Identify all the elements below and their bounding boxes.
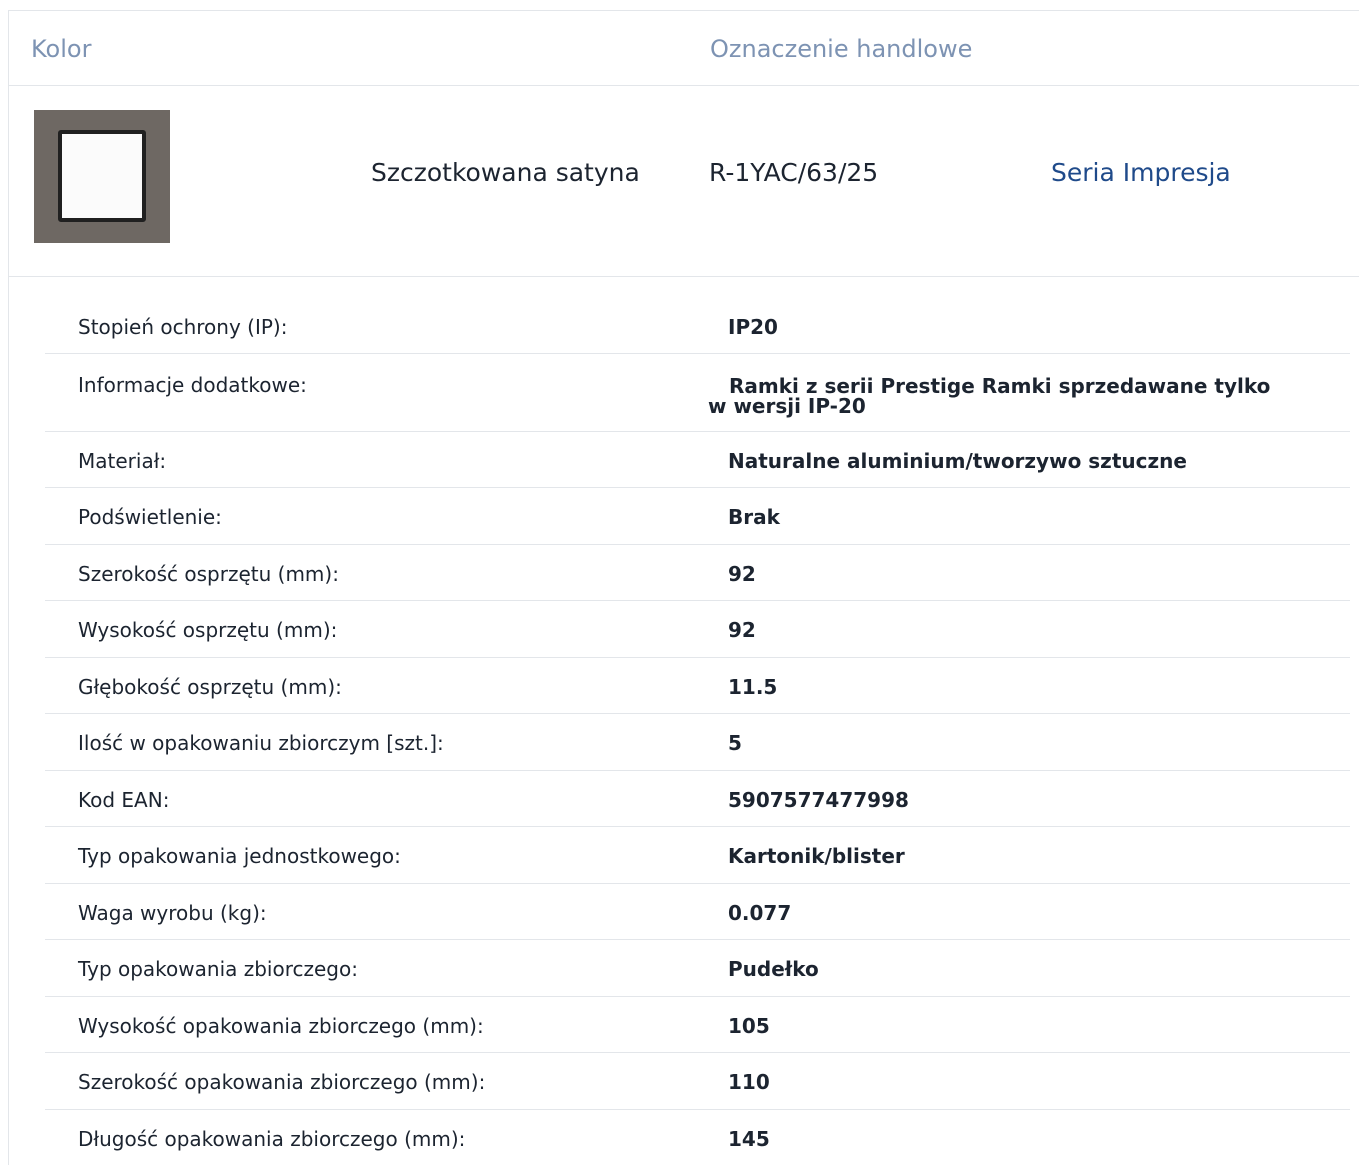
spec-value: 5	[728, 731, 742, 755]
spec-label: Długość opakowania zbiorczego (mm):	[78, 1127, 466, 1151]
spec-value: 5907577477998	[728, 788, 909, 812]
spec-row: Ilość w opakowaniu zbiorczym [szt.]: 5	[45, 714, 1350, 771]
spec-value: 92	[728, 618, 756, 642]
spec-value: IP20	[728, 315, 778, 339]
product-code: R-1YAC/63/25	[709, 158, 879, 187]
spec-value: Pudełko	[728, 957, 819, 981]
product-thumbnail	[34, 110, 170, 243]
spec-label: Kod EAN:	[78, 788, 170, 812]
frame-opening	[58, 130, 146, 222]
spec-row: Wysokość opakowania zbiorczego (mm): 105	[45, 997, 1350, 1053]
spec-value: 11.5	[728, 675, 778, 699]
spec-label: Waga wyrobu (kg):	[78, 901, 267, 925]
product-color-name: Szczotkowana satyna	[371, 158, 640, 187]
spec-row: Kod EAN: 5907577477998	[45, 771, 1350, 827]
spec-label: Stopień ochrony (IP):	[78, 315, 288, 339]
spec-label: Ilość w opakowaniu zbiorczym [szt.]:	[78, 731, 444, 755]
header-color: Kolor	[31, 35, 92, 63]
spec-value: Naturalne aluminium/tworzywo sztuczne	[728, 449, 1187, 473]
spec-row: Wysokość osprzętu (mm): 92	[45, 601, 1350, 658]
product-row: Szczotkowana satyna R-1YAC/63/25 Seria I…	[9, 86, 1359, 277]
spec-label: Wysokość osprzętu (mm):	[78, 618, 338, 642]
spec-row: Długość opakowania zbiorczego (mm): 145	[45, 1110, 1350, 1165]
spec-row: Informacje dodatkowe: Ramki z serii Pres…	[45, 354, 1350, 432]
spec-row: Głębokość osprzętu (mm): 11.5	[45, 658, 1350, 714]
spec-label: Typ opakowania jednostkowego:	[78, 844, 401, 868]
spec-value: 92	[728, 562, 756, 586]
spec-label: Materiał:	[78, 449, 167, 473]
spec-row: Stopień ochrony (IP): IP20	[45, 298, 1350, 354]
spec-value: 0.077	[728, 901, 792, 925]
spec-value: Brak	[728, 505, 780, 529]
spec-row: Szerokość osprzętu (mm): 92	[45, 545, 1350, 601]
series-link[interactable]: Seria Impresja	[1051, 158, 1231, 187]
spec-label: Głębokość osprzętu (mm):	[78, 675, 342, 699]
specs-table: Stopień ochrony (IP): IP20 Informacje do…	[45, 298, 1350, 1165]
spec-row: Waga wyrobu (kg): 0.077	[45, 884, 1350, 940]
spec-label: Szerokość osprzętu (mm):	[78, 562, 339, 586]
spec-label: Typ opakowania zbiorczego:	[78, 957, 358, 981]
table-header: Kolor Oznaczenie handlowe	[9, 11, 1359, 86]
spec-value: 105	[728, 1014, 770, 1038]
spec-label: Informacje dodatkowe:	[78, 373, 307, 397]
spec-row: Typ opakowania zbiorczego: Pudełko	[45, 940, 1350, 997]
spec-value: 145	[728, 1127, 770, 1151]
spec-value: Kartonik/blister	[728, 844, 905, 868]
spec-label: Wysokość opakowania zbiorczego (mm):	[78, 1014, 484, 1038]
spec-row: Podświetlenie: Brak	[45, 488, 1350, 545]
spec-value: 110	[728, 1070, 770, 1094]
spec-row: Typ opakowania jednostkowego: Kartonik/b…	[45, 827, 1350, 884]
spec-row: Szerokość opakowania zbiorczego (mm): 11…	[45, 1053, 1350, 1110]
spec-row: Materiał: Naturalne aluminium/tworzywo s…	[45, 432, 1350, 488]
spec-label: Szerokość opakowania zbiorczego (mm):	[78, 1070, 486, 1094]
spec-value-line2: w wersji IP-20	[708, 394, 866, 418]
header-designation: Oznaczenie handlowe	[710, 35, 973, 63]
spec-label: Podświetlenie:	[78, 505, 222, 529]
